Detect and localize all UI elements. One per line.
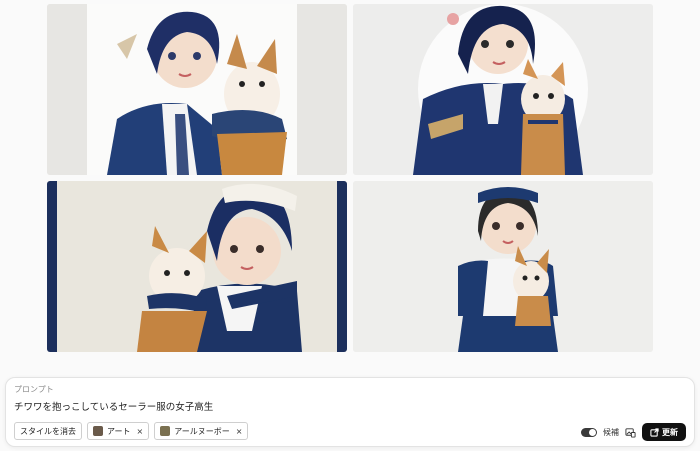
- update-button[interactable]: 更新: [642, 423, 686, 441]
- prompt-input[interactable]: [14, 400, 574, 411]
- clear-style-button[interactable]: スタイルを消去: [14, 422, 82, 440]
- art-nouveau-style-thumbnail-icon: [160, 426, 171, 436]
- suggestions-toggle[interactable]: [581, 427, 597, 437]
- result-image-grid: [47, 4, 653, 352]
- image-generator-page: プロンプト スタイルを消去 アート × アールヌーボー × 候補: [0, 0, 700, 451]
- prompt-label: プロンプト: [14, 385, 54, 394]
- style-chip-label: アールヌーボー: [174, 426, 230, 436]
- style-chip-art[interactable]: アート ×: [87, 422, 150, 440]
- result-image-4[interactable]: [353, 181, 653, 352]
- external-edit-icon: [650, 427, 659, 437]
- update-button-label: 更新: [662, 427, 678, 437]
- art-style-thumbnail-icon: [93, 426, 103, 436]
- remove-style-icon[interactable]: ×: [236, 427, 243, 436]
- remove-style-icon[interactable]: ×: [137, 427, 144, 436]
- suggestions-toggle-label: 候補: [603, 427, 619, 437]
- style-chip-art-nouveau[interactable]: アールヌーボー ×: [154, 422, 249, 440]
- result-image-3[interactable]: [47, 181, 347, 352]
- style-chip-label: アート: [107, 426, 131, 436]
- result-image-4-illustration: [353, 181, 653, 352]
- result-image-2[interactable]: [353, 4, 653, 175]
- prompt-panel: プロンプト スタイルを消去 アート × アールヌーボー × 候補: [5, 377, 695, 447]
- result-image-2-illustration: [353, 4, 653, 175]
- prompt-controls: 候補 更新: [581, 423, 686, 441]
- result-image-1[interactable]: [47, 4, 347, 175]
- result-image-1-illustration: [47, 4, 347, 175]
- clear-style-label: スタイルを消去: [20, 426, 76, 436]
- image-settings-icon[interactable]: [625, 427, 636, 438]
- style-chips: スタイルを消去 アート × アールヌーボー ×: [14, 422, 249, 440]
- result-image-3-illustration: [47, 181, 347, 352]
